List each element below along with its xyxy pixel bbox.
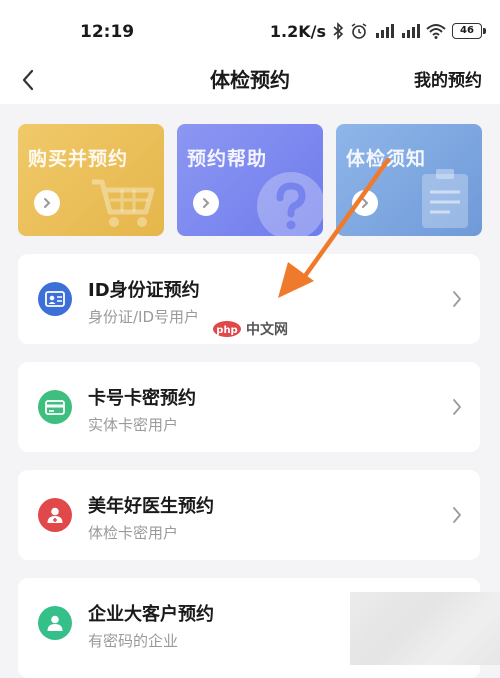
booking-option-good-doctor[interactable]: 美年好医生预约 体检卡密用户 [18,470,480,560]
option-title: 美年好医生预约 [88,496,214,517]
watermark-text: 中文网 [246,322,288,338]
option-subtitle: 有密码的企业 [88,632,179,650]
chevron-left-icon [22,69,34,91]
banner-buy-and-book[interactable]: 购买并预约 [18,124,164,236]
bluetooth-icon [332,22,344,40]
banner-row: 购买并预约 预约帮助 体检须知 [18,124,482,236]
my-bookings-link[interactable]: 我的预约 [414,66,482,91]
banner-exam-notice[interactable]: 体检须知 [336,124,482,236]
cart-icon [92,179,155,227]
chevron-right-icon [34,190,60,216]
option-title: 卡号卡密预约 [88,388,196,409]
option-subtitle: 体检卡密用户 [88,524,179,542]
nav-bar: 体检预约 我的预约 [0,56,500,104]
enterprise-user-icon [38,606,72,640]
booking-option-card-number[interactable]: 卡号卡密预约 实体卡密用户 [18,362,480,452]
battery-level: 46 [460,25,474,36]
status-bar: 12:19 1.2K/s 46 [0,0,500,56]
back-button[interactable] [12,64,44,96]
signal-icon [374,23,394,39]
banner-label: 预约帮助 [187,148,268,170]
chevron-right-icon [453,291,461,307]
watermark: php 中文网 [212,319,288,339]
wifi-icon [426,23,446,39]
option-title: ID身份证预约 [88,280,200,301]
chevron-right-icon [352,190,378,216]
php-logo: php [213,321,241,337]
signal-icon-2 [400,23,420,39]
question-icon [257,172,323,236]
chevron-right-icon [453,507,461,523]
option-title: 企业大客户预约 [88,604,214,625]
banner-booking-help[interactable]: 预约帮助 [177,124,323,236]
card-icon [38,390,72,424]
option-subtitle: 实体卡密用户 [88,416,179,434]
id-card-icon [38,282,72,316]
blurred-region [350,592,500,665]
chevron-right-icon [453,399,461,415]
clipboard-icon [422,169,468,228]
banner-label: 购买并预约 [28,148,129,170]
status-time: 12:19 [80,22,135,42]
doctor-icon [38,498,72,532]
option-subtitle: 身份证/ID号用户 [88,308,200,326]
chevron-right-icon [193,190,219,216]
net-speed: 1.2K/s [269,21,326,41]
status-indicators: 1.2K/s 46 [269,21,486,41]
battery-icon: 46 [452,23,486,39]
watermark-logo: php [216,325,237,336]
alarm-icon [350,22,368,40]
